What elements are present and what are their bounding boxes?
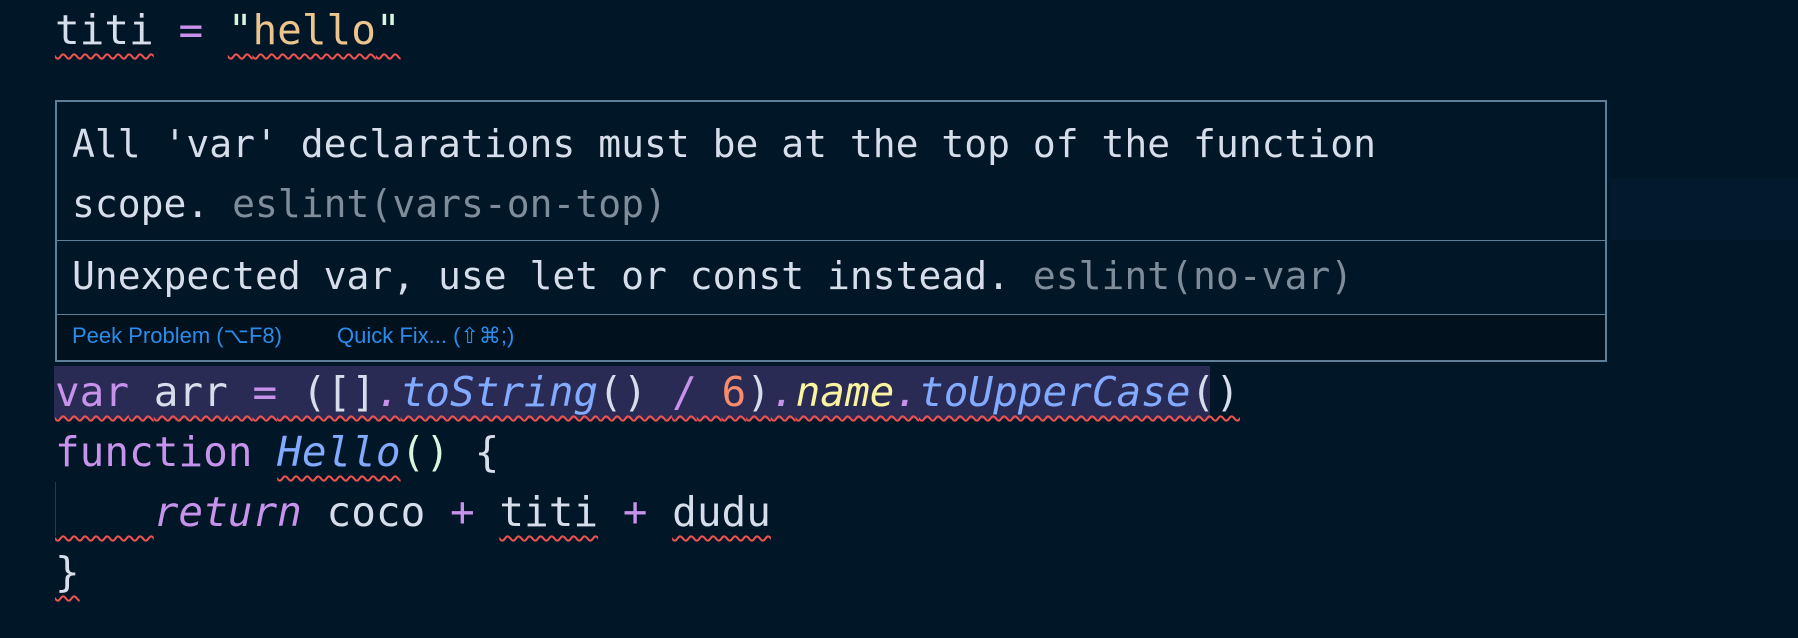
close-paren: ) [746, 368, 771, 416]
dot: . [770, 368, 796, 416]
function-name-hello: Hello [277, 428, 401, 476]
assign-operator: = [252, 368, 278, 416]
var-statement: var arr = ([].toString() / 6).name.toUpp… [55, 368, 1240, 416]
divide-operator: / [672, 368, 697, 416]
identifier-arr: arr [153, 368, 228, 416]
problem-text: Unexpected var, use let or const instead… [72, 254, 1010, 298]
close-brace: } [55, 548, 80, 596]
dot: . [894, 368, 920, 416]
plus-operator: + [622, 488, 648, 536]
keyword-var: var [55, 368, 130, 416]
method-touppercase: toUpperCase [919, 368, 1191, 416]
identifier-titi: titi [55, 6, 154, 54]
open-brace: { [474, 428, 500, 476]
problem-text-line1: All 'var' declarations must be at the to… [72, 122, 1377, 166]
problem-text-line2: scope. [72, 182, 210, 226]
call-parens: () [1190, 368, 1240, 416]
problem-hover-widget[interactable]: All 'var' declarations must be at the to… [55, 100, 1607, 362]
identifier-coco: coco [326, 488, 426, 536]
current-line-highlight [1610, 178, 1798, 240]
identifier-titi: titi [499, 488, 599, 536]
code-line-var-arr[interactable]: var arr = ([].toString() / 6).name.toUpp… [55, 362, 1240, 422]
property-name: name [795, 368, 895, 416]
hover-status-bar: Peek Problem (⌥F8) Quick Fix... (⇧⌘;) [57, 314, 1605, 360]
problem-divider [57, 240, 1605, 241]
code-line-close-brace[interactable]: } [55, 542, 80, 602]
code-line-titi-assignment[interactable]: titi = "hello" [55, 0, 401, 60]
problem-message-no-var: Unexpected var, use let or const instead… [72, 248, 1353, 304]
dot: . [375, 368, 401, 416]
gutter-marker [0, 185, 4, 223]
code-editor[interactable]: titi = "hello" var arr = ([].toString() … [0, 0, 1798, 638]
string-hello: hello [252, 6, 376, 54]
open-quote: " [227, 6, 253, 54]
keyword-function: function [55, 428, 253, 476]
problem-source: eslint(vars-on-top) [232, 182, 667, 226]
identifier-dudu: dudu [672, 488, 771, 536]
punct-open: ([] [277, 368, 376, 416]
method-tostring: toString [400, 368, 599, 416]
code-line-function-hello[interactable]: function Hello() { [55, 422, 499, 482]
quick-fix-link[interactable]: Quick Fix... (⇧⌘;) [337, 323, 514, 349]
code-line-return[interactable]: return coco + titi + dudu [55, 482, 771, 542]
problem-source: eslint(no-var) [1032, 254, 1354, 298]
function-parens: () [400, 428, 450, 476]
call-parens: () [598, 368, 673, 416]
peek-problem-link[interactable]: Peek Problem (⌥F8) [72, 323, 282, 349]
plus-operator: + [449, 488, 475, 536]
assign-operator: = [178, 6, 204, 54]
problem-message-vars-on-top: All 'var' declarations must be at the to… [72, 114, 1376, 234]
string-literal: "hello" [228, 6, 401, 54]
keyword-return: return [153, 488, 302, 536]
close-quote: " [375, 6, 401, 54]
number-literal: 6 [721, 368, 747, 416]
